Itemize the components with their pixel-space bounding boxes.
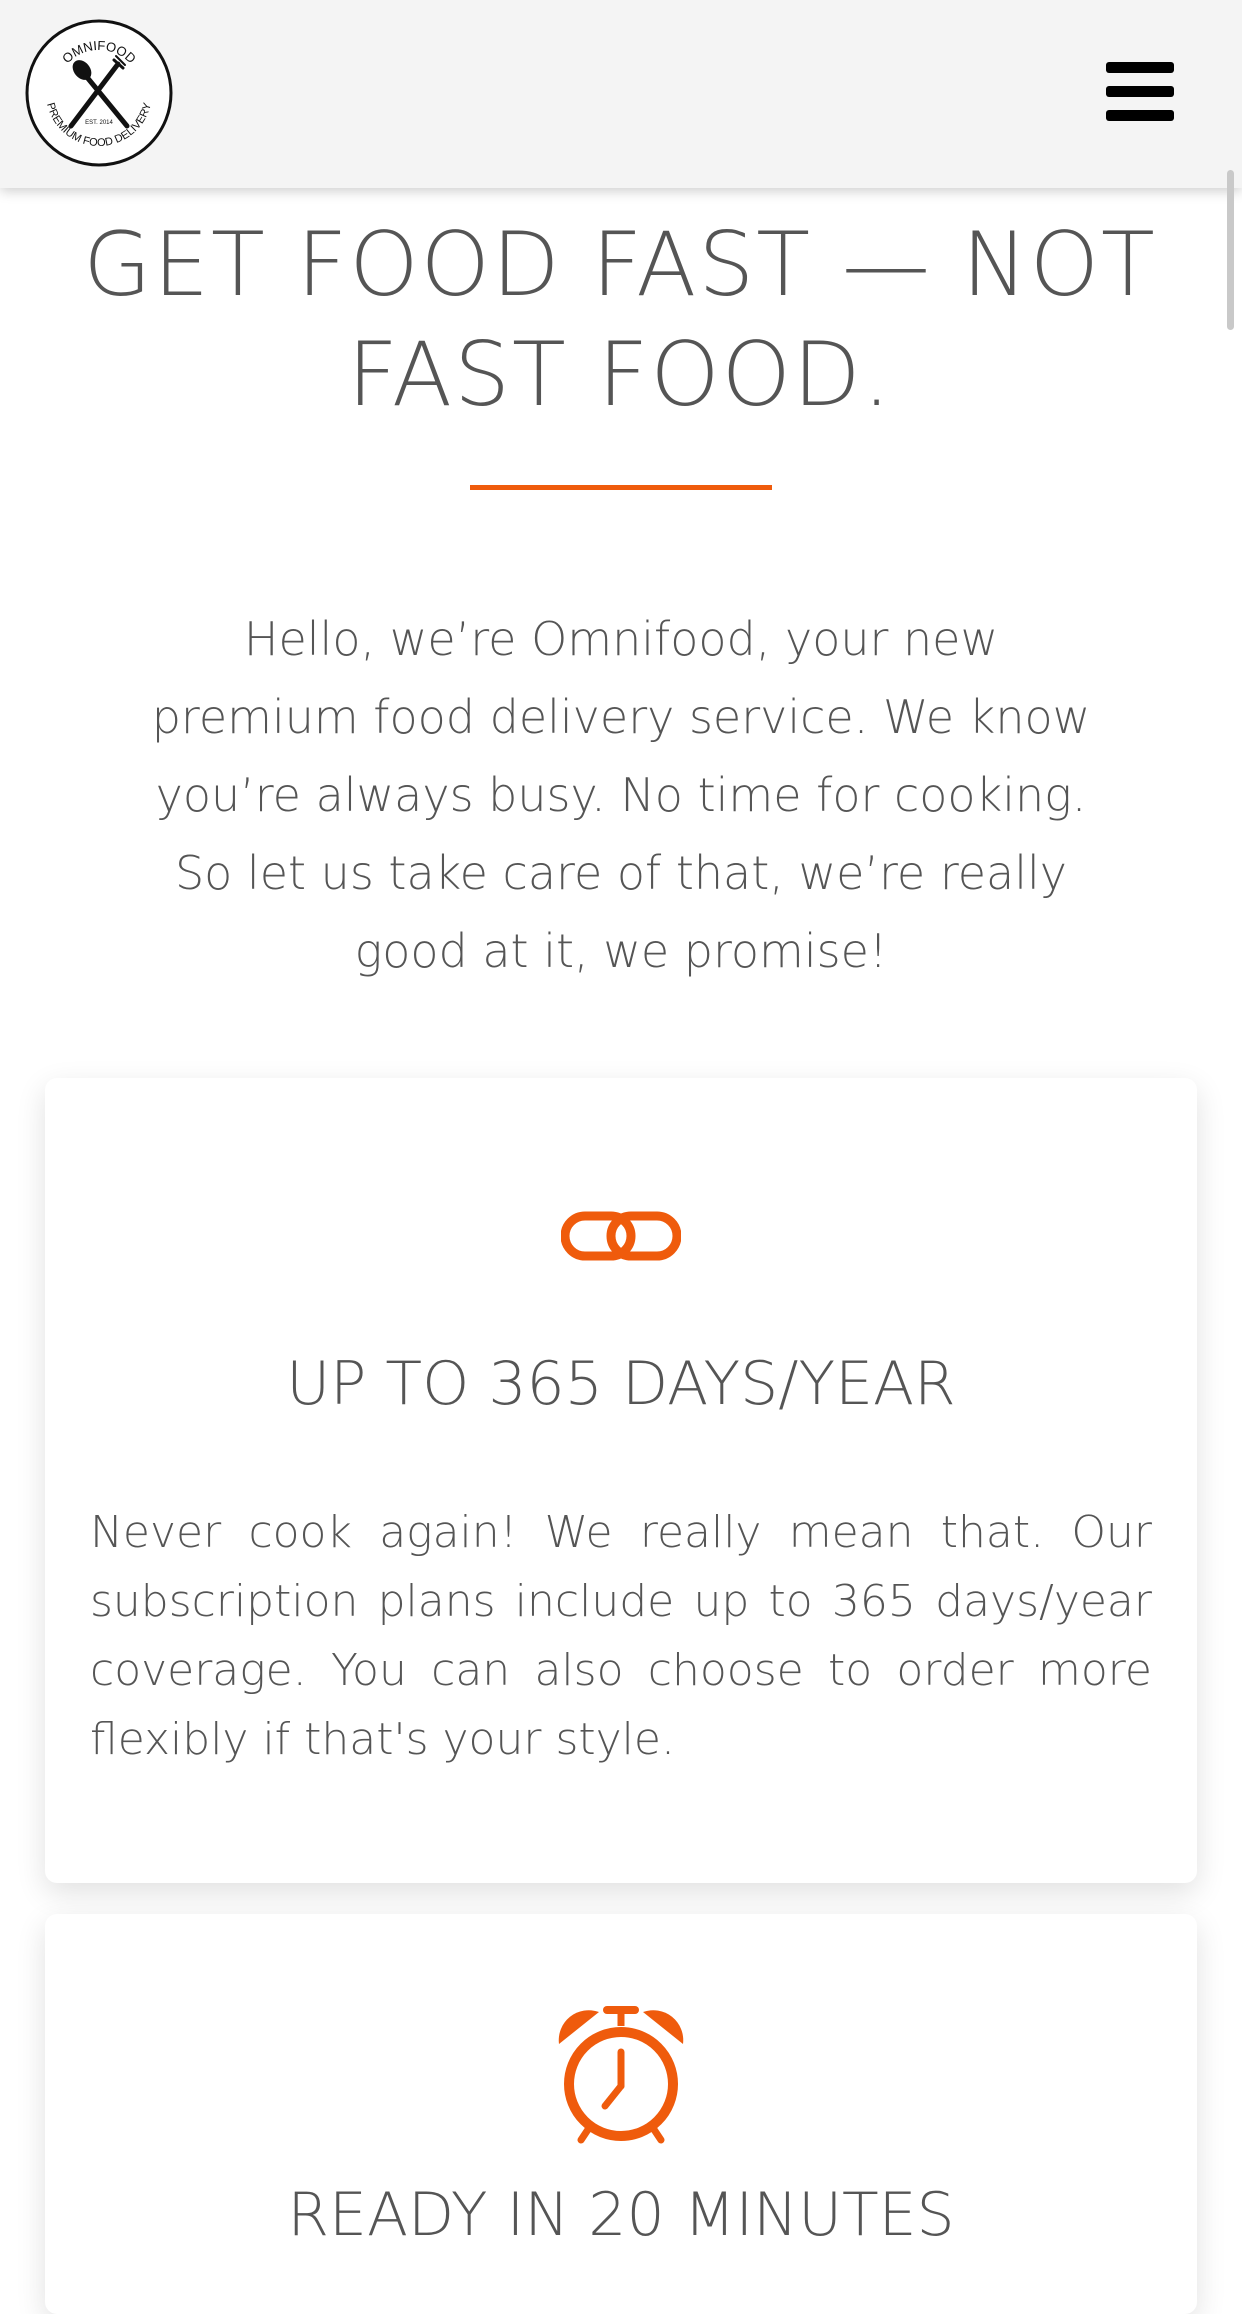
menu-bar bbox=[1106, 110, 1174, 121]
feature-text: Never cook again! We really mean that. O… bbox=[90, 1507, 1152, 1765]
scrollbar[interactable] bbox=[1227, 170, 1234, 330]
feature-title: READY IN 20 MINUTES bbox=[287, 2180, 955, 2250]
feature-title: UP TO 365 DAYS/YEAR bbox=[286, 1349, 956, 1419]
feature-card: READY IN 20 MINUTES bbox=[45, 1914, 1197, 2314]
omnifood-logo[interactable]: OMNIFOOD PREMIUM FOOD DELIVERY EST. 2014 bbox=[24, 18, 174, 168]
title-divider bbox=[470, 485, 772, 490]
intro-text: Hello, we’re Omnifood, your new premium … bbox=[151, 612, 1091, 978]
hamburger-menu-icon[interactable] bbox=[1106, 62, 1174, 122]
alarm-clock-icon bbox=[558, 2006, 684, 2144]
page-title: GET FOOD FAST — NOT FAST FOOD. bbox=[83, 213, 1157, 426]
svg-text:EST. 2014: EST. 2014 bbox=[85, 120, 113, 126]
menu-bar bbox=[1106, 86, 1174, 97]
chain-link-icon bbox=[561, 1211, 681, 1261]
feature-card: UP TO 365 DAYS/YEAR Never cook again! We… bbox=[45, 1078, 1197, 1883]
site-header: OMNIFOOD PREMIUM FOOD DELIVERY EST. 2014 bbox=[0, 0, 1242, 188]
menu-bar bbox=[1106, 62, 1174, 73]
